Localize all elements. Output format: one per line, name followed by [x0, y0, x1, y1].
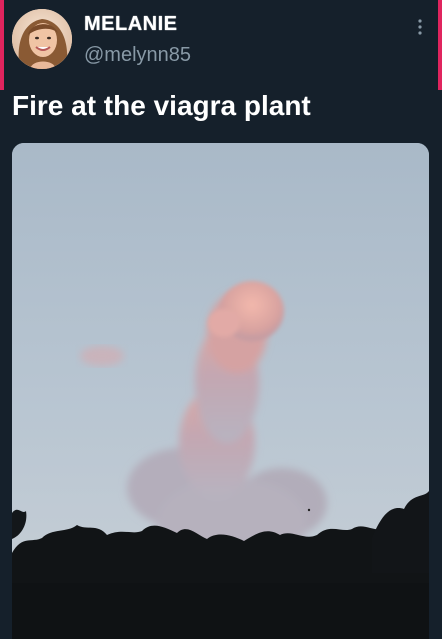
user-handle[interactable]: @melynn85	[84, 44, 191, 67]
more-options-button[interactable]	[414, 16, 426, 38]
display-name[interactable]: MELANIE	[84, 13, 178, 36]
avatar[interactable]	[12, 9, 72, 69]
tweet-media-photo[interactable]	[12, 143, 429, 639]
tweet-text: Fire at the viagra plant	[12, 90, 311, 121]
avatar-photo	[12, 9, 72, 69]
more-vertical-icon	[418, 19, 422, 35]
tweet-card: MELANIE @melynn85 Fire at the viagra pla…	[0, 0, 442, 639]
tweet-header: MELANIE @melynn85	[0, 0, 442, 90]
photo-image	[12, 143, 429, 639]
